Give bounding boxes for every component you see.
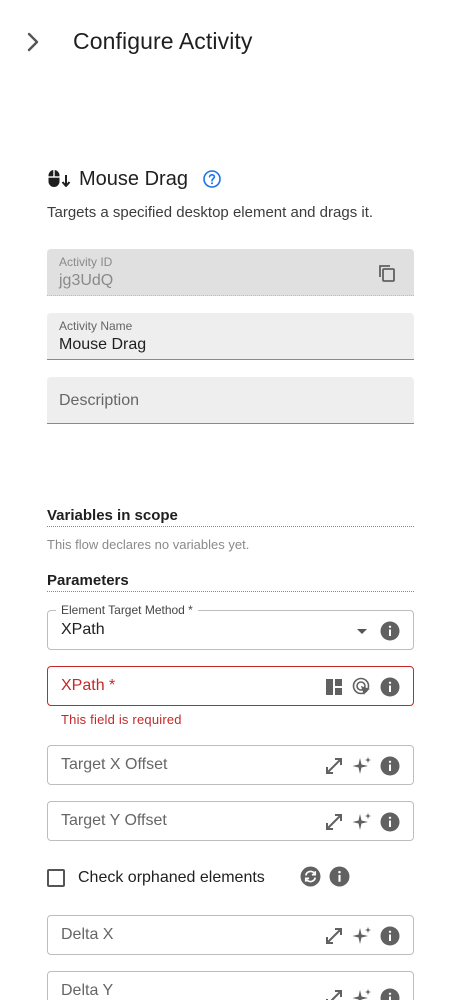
delta-x-field[interactable]: Delta X: [47, 915, 414, 955]
info-icon[interactable]: [380, 677, 400, 697]
target-y-offset-placeholder: Target Y Offset: [61, 812, 167, 829]
info-icon[interactable]: [380, 756, 400, 776]
sparkle-icon[interactable]: [352, 812, 372, 832]
description-placeholder: Description: [59, 392, 140, 409]
activity-id-label: Activity ID: [59, 255, 113, 269]
layout-grid-icon[interactable]: [324, 677, 344, 697]
check-orphaned-checkbox[interactable]: [47, 869, 65, 887]
dropdown-arrow-icon[interactable]: [352, 621, 372, 641]
activity-heading: Mouse Drag: [47, 165, 222, 193]
info-icon[interactable]: [380, 812, 400, 832]
delta-x-placeholder: Delta X: [61, 926, 114, 943]
header: Configure Activity: [0, 0, 470, 84]
sparkle-icon[interactable]: [352, 988, 372, 1000]
copy-icon[interactable]: [377, 263, 397, 283]
mouse-drag-icon: [48, 170, 71, 187]
delta-y-field[interactable]: Delta Y: [47, 971, 414, 1000]
target-y-offset-field[interactable]: Target Y Offset: [47, 801, 414, 841]
sync-icon[interactable]: [300, 866, 321, 887]
activity-name-label: Activity Name: [59, 319, 133, 333]
page-title: Configure Activity: [73, 28, 253, 54]
expand-icon[interactable]: [324, 926, 344, 946]
select-element-icon[interactable]: [352, 677, 372, 697]
activity-name-value[interactable]: Mouse Drag: [59, 336, 146, 354]
check-orphaned-label: Check orphaned elements: [78, 869, 265, 886]
activity-id-field: Activity ID jg3UdQ: [47, 249, 414, 296]
expand-icon[interactable]: [324, 756, 344, 776]
element-target-method-value: XPath: [61, 621, 105, 638]
variables-empty-text: This flow declares no variables yet.: [47, 537, 250, 552]
activity-title: Mouse Drag: [79, 167, 188, 190]
activity-id-value: jg3UdQ: [59, 272, 114, 289]
expand-icon[interactable]: [324, 988, 344, 1000]
activity-name-field[interactable]: Activity Name Mouse Drag: [47, 313, 414, 360]
parameters-section-title: Parameters: [47, 572, 414, 592]
variables-section-title: Variables in scope: [47, 507, 414, 527]
element-target-method-label: Element Target Method *: [56, 603, 198, 617]
xpath-field[interactable]: XPath *: [47, 666, 414, 706]
info-icon[interactable]: [380, 926, 400, 946]
sparkle-icon[interactable]: [352, 926, 372, 946]
target-x-offset-placeholder: Target X Offset: [61, 756, 168, 773]
check-orphaned-row: Check orphaned elements: [47, 866, 265, 890]
delta-y-placeholder: Delta Y: [61, 982, 114, 999]
xpath-error-text: This field is required: [61, 712, 182, 727]
target-x-offset-field[interactable]: Target X Offset: [47, 745, 414, 785]
chevron-right-icon[interactable]: [24, 31, 42, 53]
description-field[interactable]: Description: [47, 377, 414, 424]
expand-icon[interactable]: [324, 812, 344, 832]
check-orphaned-icons: [300, 866, 350, 887]
info-icon[interactable]: [380, 988, 400, 1000]
info-icon[interactable]: [380, 621, 400, 641]
activity-description: Targets a specified desktop element and …: [47, 204, 374, 221]
sparkle-icon[interactable]: [352, 756, 372, 776]
help-circle-icon[interactable]: [202, 169, 222, 189]
element-target-method-select[interactable]: Element Target Method * XPath: [47, 603, 414, 650]
info-icon[interactable]: [329, 866, 350, 887]
xpath-placeholder: XPath *: [61, 677, 116, 694]
